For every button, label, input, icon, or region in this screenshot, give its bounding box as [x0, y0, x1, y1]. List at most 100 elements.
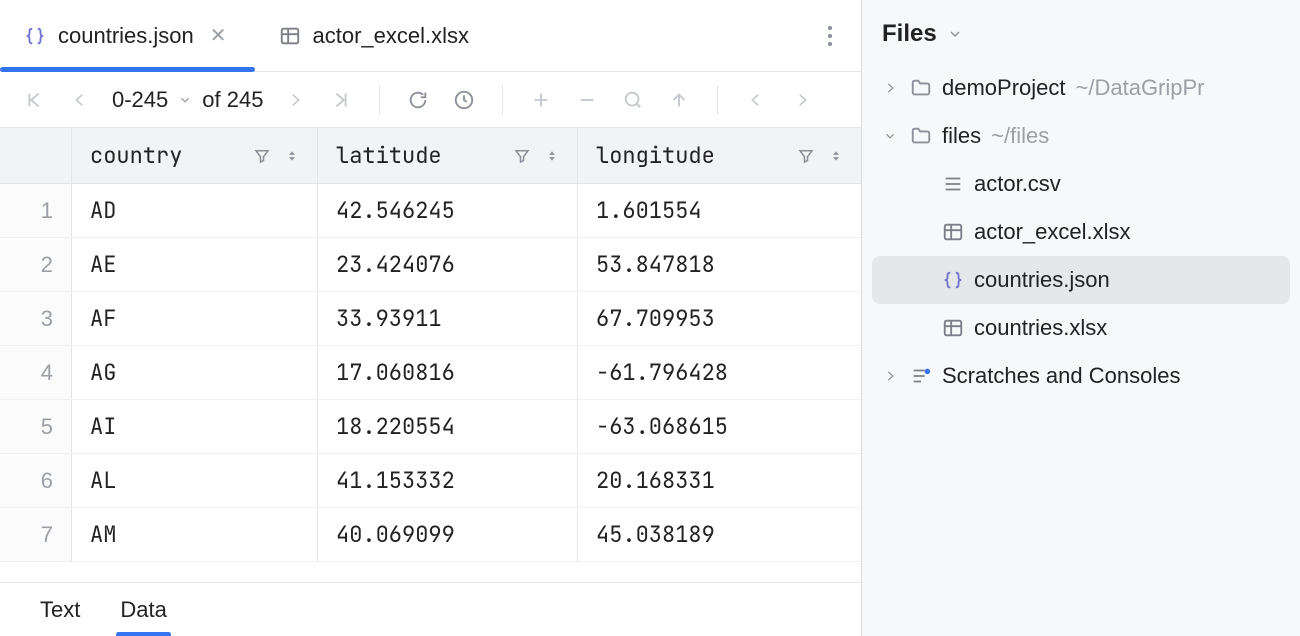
sort-icon[interactable] — [829, 147, 843, 165]
row-range-label: 0-245 — [112, 87, 168, 113]
column-header-longitude[interactable]: longitude — [578, 128, 861, 183]
filter-icon[interactable] — [797, 147, 815, 165]
table-icon — [279, 25, 301, 47]
tab-actor-excel[interactable]: actor_excel.xlsx — [255, 0, 494, 71]
add-row-button[interactable] — [527, 86, 555, 114]
cell-country[interactable]: AE — [72, 238, 318, 291]
cell-latitude[interactable]: 17.060816 — [318, 346, 578, 399]
sort-icon[interactable] — [545, 147, 559, 165]
tree-path: ~/files — [991, 123, 1049, 149]
prev-page-button[interactable] — [66, 86, 94, 114]
cell-longitude[interactable]: -61.796428 — [578, 346, 861, 399]
cell-latitude[interactable]: 41.153332 — [318, 454, 578, 507]
table-row[interactable]: 5AI18.220554-63.068615 — [0, 400, 861, 454]
row-range-dropdown[interactable]: 0-245 of 245 — [112, 87, 263, 113]
view-tab-text[interactable]: Text — [40, 597, 80, 623]
files-panel: Files demoProject ~/DataGripPr files ~/f… — [862, 0, 1300, 636]
column-label: longitude — [596, 141, 715, 170]
chevron-right-icon — [880, 81, 900, 95]
history-button[interactable] — [450, 86, 478, 114]
filter-icon[interactable] — [253, 147, 271, 165]
tree-item-countries-json[interactable]: countries.json — [872, 256, 1290, 304]
chevron-down-icon — [178, 93, 192, 107]
column-header-country[interactable]: country — [72, 128, 318, 183]
data-grid: country latitude longitude — [0, 128, 861, 582]
first-page-button[interactable] — [20, 86, 48, 114]
tree-node-scratches[interactable]: Scratches and Consoles — [872, 352, 1290, 400]
cell-country[interactable]: AI — [72, 400, 318, 453]
cell-latitude[interactable]: 23.424076 — [318, 238, 578, 291]
column-label: latitude — [336, 141, 442, 170]
tree-item-countries-xlsx[interactable]: countries.xlsx — [872, 304, 1290, 352]
delete-row-button[interactable] — [573, 86, 601, 114]
data-toolbar: 0-245 of 245 — [0, 72, 861, 128]
table-row[interactable]: 1AD42.5462451.601554 — [0, 184, 861, 238]
tree-path: ~/DataGripPr — [1076, 75, 1205, 101]
row-total-label: of 245 — [202, 87, 263, 113]
folder-icon — [910, 125, 932, 147]
view-tabs: Text Data — [0, 582, 861, 636]
cell-longitude[interactable]: 20.168331 — [578, 454, 861, 507]
separator — [717, 85, 718, 115]
cell-longitude[interactable]: 45.038189 — [578, 508, 861, 561]
row-number: 2 — [0, 238, 72, 291]
cell-country[interactable]: AF — [72, 292, 318, 345]
tree-node-demoproject[interactable]: demoProject ~/DataGripPr — [872, 64, 1290, 112]
table-row[interactable]: 7AM40.06909945.038189 — [0, 508, 861, 562]
cell-latitude[interactable]: 33.93911 — [318, 292, 578, 345]
cell-country[interactable]: AM — [72, 508, 318, 561]
last-page-button[interactable] — [327, 86, 355, 114]
grid-header: country latitude longitude — [0, 128, 861, 184]
table-row[interactable]: 4AG17.060816-61.796428 — [0, 346, 861, 400]
tree-item-actor-excel[interactable]: actor_excel.xlsx — [872, 208, 1290, 256]
cell-longitude[interactable]: -63.068615 — [578, 400, 861, 453]
tab-overflow-menu[interactable] — [799, 25, 861, 47]
row-number: 3 — [0, 292, 72, 345]
row-number: 5 — [0, 400, 72, 453]
row-number: 7 — [0, 508, 72, 561]
filter-icon[interactable] — [513, 147, 531, 165]
chevron-down-icon — [947, 26, 963, 42]
tab-label: countries.json — [58, 23, 194, 49]
cell-longitude[interactable]: 53.847818 — [578, 238, 861, 291]
csv-icon — [942, 173, 964, 195]
cell-country[interactable]: AD — [72, 184, 318, 237]
column-header-latitude[interactable]: latitude — [318, 128, 578, 183]
cell-longitude[interactable]: 1.601554 — [578, 184, 861, 237]
table-row[interactable]: 6AL41.15333220.168331 — [0, 454, 861, 508]
table-icon — [942, 317, 964, 339]
cell-latitude[interactable]: 42.546245 — [318, 184, 578, 237]
back-button[interactable] — [742, 86, 770, 114]
tree-label: countries.xlsx — [974, 315, 1107, 341]
tree-label: files — [942, 123, 981, 149]
table-row[interactable]: 2AE23.42407653.847818 — [0, 238, 861, 292]
next-page-button[interactable] — [281, 86, 309, 114]
cell-latitude[interactable]: 18.220554 — [318, 400, 578, 453]
tab-countries-json[interactable]: countries.json ✕ — [0, 0, 255, 71]
json-icon — [24, 25, 46, 47]
table-row[interactable]: 3AF33.9391167.709953 — [0, 292, 861, 346]
reload-button[interactable] — [404, 86, 432, 114]
submit-button[interactable] — [665, 86, 693, 114]
cell-longitude[interactable]: 67.709953 — [578, 292, 861, 345]
chevron-right-icon — [880, 369, 900, 383]
cell-country[interactable]: AG — [72, 346, 318, 399]
table-icon — [942, 221, 964, 243]
close-icon[interactable]: ✕ — [206, 19, 231, 52]
cell-latitude[interactable]: 40.069099 — [318, 508, 578, 561]
row-number-header[interactable] — [0, 128, 72, 183]
editor-panel: countries.json ✕ actor_excel.xlsx — [0, 0, 862, 636]
json-icon — [942, 269, 964, 291]
view-tab-data[interactable]: Data — [120, 597, 166, 623]
revert-button[interactable] — [619, 86, 647, 114]
tree-node-files[interactable]: files ~/files — [872, 112, 1290, 160]
chevron-down-icon — [880, 129, 900, 143]
sort-icon[interactable] — [285, 147, 299, 165]
row-number: 4 — [0, 346, 72, 399]
tree-item-actor-csv[interactable]: actor.csv — [872, 160, 1290, 208]
tree-label: actor_excel.xlsx — [974, 219, 1131, 245]
files-panel-header[interactable]: Files — [862, 10, 1300, 62]
column-label: country — [90, 141, 182, 170]
forward-button[interactable] — [788, 86, 816, 114]
cell-country[interactable]: AL — [72, 454, 318, 507]
